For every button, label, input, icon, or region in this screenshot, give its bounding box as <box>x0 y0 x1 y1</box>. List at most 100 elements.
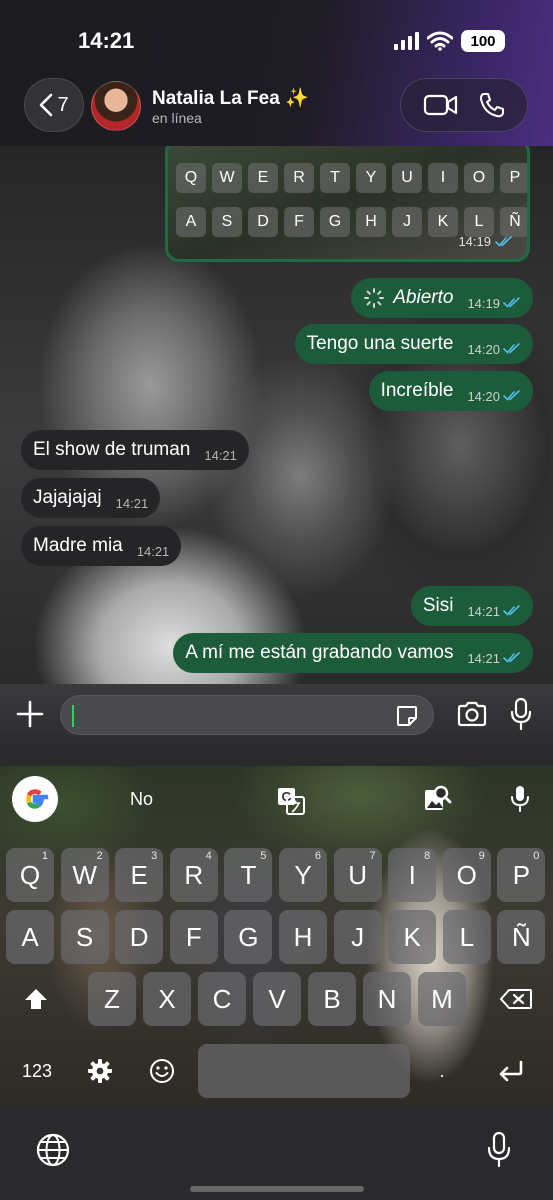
message-time: 14:20 <box>467 341 500 357</box>
letter-key[interactable]: L <box>442 910 491 964</box>
key-label: N <box>377 983 397 1014</box>
message-time: 14:19 <box>467 295 500 311</box>
outgoing-message[interactable]: A mí me están grabando vamos 14:21 <box>173 633 533 673</box>
letter-key[interactable]: Q1 <box>6 848 54 902</box>
outgoing-message[interactable]: Sisi 14:21 <box>410 586 533 626</box>
chat-messages[interactable]: QWERTYUIOP ASDFGHJKLÑ 14:19 Abierto 14:19… <box>0 146 553 684</box>
message-text: A mí me están grabando vamos <box>185 642 454 663</box>
letter-key[interactable]: D <box>115 910 164 964</box>
shift-arrow-icon <box>25 989 47 1009</box>
mini-key: O <box>464 163 494 193</box>
settings-key[interactable] <box>76 1044 124 1098</box>
google-logo-icon[interactable] <box>12 776 58 822</box>
contact-name[interactable]: Natalia La Fea ✨ <box>152 86 309 110</box>
key-hint: 1 <box>41 850 48 862</box>
chevron-left-icon <box>40 93 53 117</box>
dictation-icon[interactable] <box>486 1131 512 1169</box>
backspace-key[interactable] <box>492 972 540 1026</box>
space-bar[interactable] <box>198 1044 410 1098</box>
letter-key[interactable]: J <box>333 910 382 964</box>
enter-key[interactable] <box>484 1044 538 1098</box>
keyboard-container: No G 123 . Q 1 W 2 E 3 R 4 T 5 Y 6 U 7 I… <box>0 746 553 1200</box>
shift-key[interactable] <box>14 972 58 1026</box>
letter-key[interactable]: K <box>388 910 437 964</box>
letter-key[interactable]: U7 <box>333 848 382 902</box>
key-label: F <box>185 921 202 952</box>
key-hint: 5 <box>260 850 267 862</box>
mini-key: E <box>248 163 278 193</box>
plus-icon[interactable] <box>16 700 44 728</box>
outgoing-message[interactable]: Abierto 14:19 <box>351 278 533 318</box>
phone-call-icon[interactable] <box>478 91 506 119</box>
key-label: M <box>431 983 453 1014</box>
key-hint: 0 <box>533 850 540 862</box>
key-hint: 6 <box>314 850 321 862</box>
numbers-key[interactable]: 123 <box>12 1044 62 1098</box>
message-input[interactable] <box>60 695 434 735</box>
wifi-icon <box>427 31 453 51</box>
read-ticks-icon <box>495 236 512 247</box>
letter-key[interactable]: W2 <box>60 848 109 902</box>
sticker-icon[interactable] <box>395 704 419 728</box>
letter-key[interactable]: H <box>279 910 327 964</box>
letter-key[interactable]: V <box>253 972 301 1026</box>
avatar[interactable] <box>91 81 141 131</box>
letter-key[interactable]: X <box>143 972 191 1026</box>
return-icon <box>499 1060 523 1082</box>
letter-key[interactable]: Y6 <box>279 848 327 902</box>
message-text: Tengo una suerte <box>306 333 454 354</box>
letter-key[interactable]: Ñ <box>497 910 546 964</box>
letter-key[interactable]: Z <box>88 972 136 1026</box>
key-label: Z <box>104 983 120 1014</box>
letter-key[interactable]: F <box>169 910 218 964</box>
letter-key[interactable]: G <box>224 910 273 964</box>
key-label: P <box>512 859 531 890</box>
call-actions <box>400 78 528 132</box>
key-label: G <box>238 921 259 952</box>
letter-key[interactable]: E3 <box>115 848 164 902</box>
letter-key[interactable]: B <box>308 972 356 1026</box>
letter-key[interactable]: T5 <box>224 848 273 902</box>
microphone-icon[interactable] <box>510 697 532 731</box>
incoming-message[interactable]: Jajajajaj 14:21 <box>21 478 161 518</box>
image-search-icon[interactable] <box>422 784 452 814</box>
letter-key[interactable]: P0 <box>497 848 546 902</box>
image-message[interactable]: QWERTYUIOP ASDFGHJKLÑ 14:19 <box>165 146 530 262</box>
suggestion-word[interactable]: No <box>130 789 153 810</box>
letter-key[interactable]: S <box>60 910 109 964</box>
letter-key[interactable]: M <box>418 972 466 1026</box>
video-call-icon[interactable] <box>423 93 459 117</box>
read-ticks-icon <box>503 600 521 622</box>
mini-key: R <box>284 163 314 193</box>
back-button[interactable]: 7 <box>24 78 84 132</box>
unread-count: 7 <box>57 93 69 116</box>
globe-icon[interactable] <box>36 1133 70 1167</box>
letter-key[interactable]: R4 <box>169 848 218 902</box>
key-label: W <box>72 859 97 890</box>
key-label: Ñ <box>512 921 531 952</box>
letter-key[interactable]: A <box>6 910 54 964</box>
key-label: S <box>75 921 94 952</box>
mini-key: Y <box>356 163 386 193</box>
letter-key[interactable]: C <box>198 972 246 1026</box>
translate-icon[interactable]: G <box>276 786 306 816</box>
mini-key: Q <box>176 163 206 193</box>
composer-bar <box>0 684 553 746</box>
voice-input-icon[interactable] <box>510 784 530 814</box>
incoming-message[interactable]: El show de truman 14:21 <box>21 430 249 470</box>
letter-key[interactable]: N <box>363 972 411 1026</box>
read-ticks-icon <box>503 338 521 360</box>
backspace-icon <box>500 989 532 1009</box>
outgoing-message[interactable]: Tengo una suerte 14:20 <box>294 324 533 364</box>
period-key[interactable]: . <box>418 1044 466 1098</box>
letter-key[interactable]: O9 <box>442 848 491 902</box>
incoming-message[interactable]: Madre mia 14:21 <box>21 526 182 566</box>
emoji-key[interactable] <box>138 1044 186 1098</box>
key-label: I <box>408 859 416 890</box>
outgoing-message[interactable]: Increíble 14:20 <box>368 371 533 411</box>
message-text: Madre mia <box>33 535 123 556</box>
message-time: 14:21 <box>115 495 149 511</box>
camera-icon[interactable] <box>456 700 488 728</box>
key-label: R <box>184 859 204 890</box>
letter-key[interactable]: I8 <box>388 848 437 902</box>
